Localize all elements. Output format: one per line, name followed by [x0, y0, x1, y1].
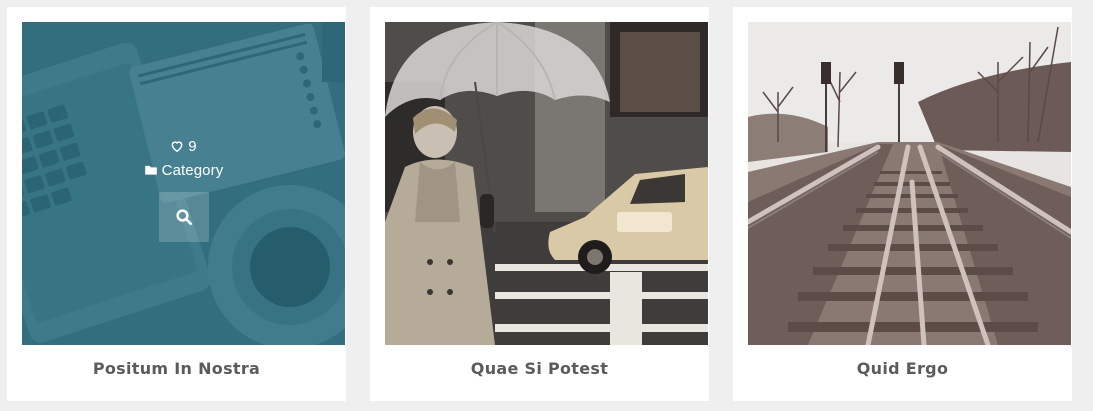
- portfolio-item[interactable]: Quid Ergo: [733, 7, 1072, 401]
- portfolio-grid: 9 Category Positum In Nostra Quae Si Pot…: [0, 0, 1093, 411]
- umbrella-woman-photo: [385, 22, 708, 345]
- portfolio-item[interactable]: 9 Category Positum In Nostra: [7, 7, 346, 401]
- portfolio-title[interactable]: Positum In Nostra: [7, 359, 346, 378]
- portfolio-image-umbrella[interactable]: [385, 22, 708, 345]
- folder-icon: [144, 163, 158, 177]
- likes-row[interactable]: 9: [170, 134, 197, 158]
- search-icon: [175, 208, 193, 226]
- zoom-button[interactable]: [158, 192, 209, 242]
- portfolio-image-railway[interactable]: [748, 22, 1071, 345]
- category-row[interactable]: Category: [144, 158, 224, 182]
- portfolio-item[interactable]: Quae Si Potest: [370, 7, 709, 401]
- hover-overlay: 9 Category: [22, 22, 345, 345]
- likes-count: 9: [188, 137, 197, 155]
- portfolio-image-desk[interactable]: 9 Category: [22, 22, 345, 345]
- heart-outline-icon: [170, 139, 184, 153]
- portfolio-title[interactable]: Quae Si Potest: [370, 359, 709, 378]
- portfolio-title[interactable]: Quid Ergo: [733, 359, 1072, 378]
- category-label: Category: [161, 161, 224, 179]
- railway-photo: [748, 22, 1071, 345]
